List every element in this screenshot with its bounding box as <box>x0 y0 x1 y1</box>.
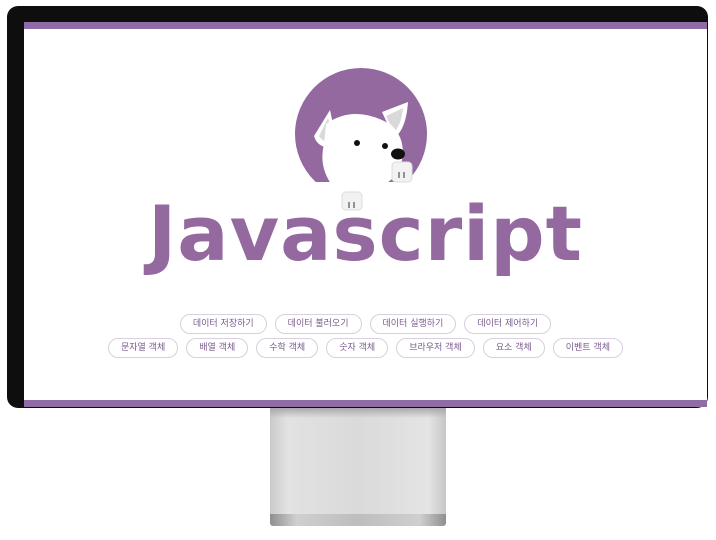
tag-row-data: 데이터 저장하기 데이터 불러오기 데이터 실행하기 데이터 제어하기 <box>24 314 707 334</box>
top-accent-bar <box>24 22 707 29</box>
monitor-bezel: Javascript 데이터 저장하기 데이터 불러오기 데이터 실행하기 데이… <box>7 6 708 408</box>
bottom-accent-bar <box>24 400 707 407</box>
tag-string-object[interactable]: 문자열 객체 <box>107 338 179 358</box>
tag-row-objects: 문자열 객체 배열 객체 수학 객체 숫자 객체 브라우저 객체 요소 객체 이… <box>24 338 707 358</box>
tag-element-object[interactable]: 요소 객체 <box>482 338 545 358</box>
tag-data-save[interactable]: 데이터 저장하기 <box>179 314 267 334</box>
screen: Javascript 데이터 저장하기 데이터 불러오기 데이터 실행하기 데이… <box>24 22 707 407</box>
page-title: Javascript <box>148 189 583 278</box>
tag-number-object[interactable]: 숫자 객체 <box>326 338 389 358</box>
tag-array-object[interactable]: 배열 객체 <box>186 338 249 358</box>
tag-data-load[interactable]: 데이터 불러오기 <box>274 314 362 334</box>
monitor-stand-neck <box>270 408 446 514</box>
stand-shadow <box>270 408 446 418</box>
tag-math-object[interactable]: 수학 객체 <box>256 338 319 358</box>
tag-data-execute[interactable]: 데이터 실행하기 <box>369 314 457 334</box>
tag-event-object[interactable]: 이벤트 객체 <box>552 338 623 358</box>
tag-browser-object[interactable]: 브라우저 객체 <box>396 338 475 358</box>
tag-data-control[interactable]: 데이터 제어하기 <box>464 314 552 334</box>
monitor-stand-foot <box>270 514 446 526</box>
